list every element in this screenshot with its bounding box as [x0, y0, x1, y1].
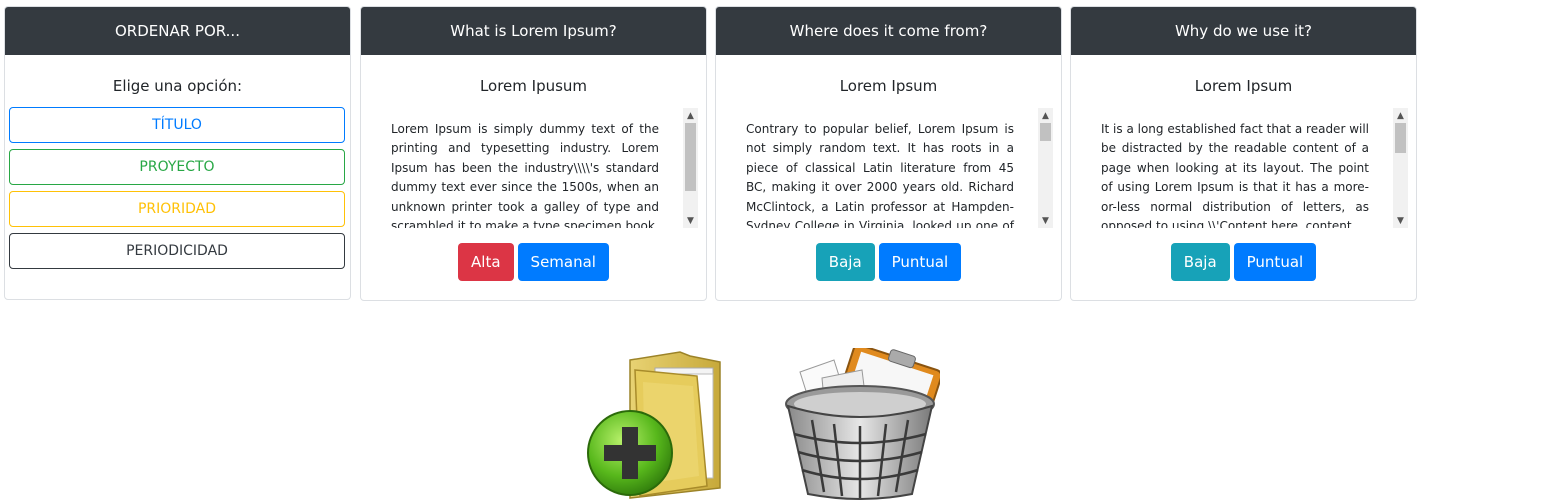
scrollbar[interactable]: ▲ ▼ [1393, 108, 1408, 228]
task-card-header: Where does it come from? [716, 7, 1061, 55]
task-description-box[interactable]: It is a long established fact that a rea… [1089, 108, 1412, 228]
sort-by-periodicity-label: PERIODICIDAD [126, 243, 228, 259]
task-description: Lorem Ipsum is simply dummy text of the … [391, 122, 659, 228]
scroll-down-icon[interactable]: ▼ [1038, 213, 1053, 228]
priority-badge[interactable]: Alta [458, 243, 514, 281]
scroll-up-icon[interactable]: ▲ [683, 108, 698, 123]
sort-panel: ORDENAR POR... Elige una opción: TÍTULO … [4, 6, 351, 300]
sort-by-title-label: TÍTULO [152, 117, 202, 133]
sort-by-project-button[interactable]: PROYECTO [9, 149, 345, 185]
sort-by-priority-label: PRIORIDAD [137, 201, 217, 217]
task-card: Where does it come from? Lorem Ipsum Con… [715, 6, 1062, 301]
priority-badge[interactable]: Baja [1170, 243, 1230, 281]
scrollbar[interactable]: ▲ ▼ [683, 108, 698, 228]
sort-by-priority-button[interactable]: PRIORIDAD [9, 191, 345, 227]
task-title: Why do we use it? [1174, 22, 1313, 40]
sort-by-title-button[interactable]: TÍTULO [9, 107, 345, 143]
task-subtitle: Lorem Ipsum [839, 77, 938, 95]
sort-panel-header: ORDENAR POR... [5, 7, 350, 55]
sort-by-project-label: PROYECTO [139, 159, 215, 175]
scroll-up-icon[interactable]: ▲ [1038, 108, 1053, 123]
task-card: Why do we use it? Lorem Ipsum It is a lo… [1070, 6, 1417, 301]
task-description: Contrary to popular belief, Lorem Ipsum … [746, 122, 1014, 228]
task-description-box[interactable]: Lorem Ipsum is simply dummy text of the … [379, 108, 702, 228]
trash-icon[interactable] [782, 344, 943, 500]
task-subtitle: Lorem Ipsum [1194, 77, 1293, 95]
task-tags: Baja Puntual [716, 243, 1061, 281]
priority-badge[interactable]: Baja [815, 243, 875, 281]
scrollbar[interactable]: ▲ ▼ [1038, 108, 1053, 228]
frequency-badge[interactable]: Puntual [1233, 243, 1317, 281]
task-card-header: What is Lorem Ipsum? [361, 7, 706, 55]
scroll-up-icon[interactable]: ▲ [1393, 108, 1408, 123]
task-description: It is a long established fact that a rea… [1101, 122, 1370, 228]
task-card-header: Why do we use it? [1071, 7, 1416, 55]
scroll-down-icon[interactable]: ▼ [1393, 213, 1408, 228]
task-description-box[interactable]: Contrary to popular belief, Lorem Ipsum … [734, 108, 1057, 228]
sort-by-periodicity-button[interactable]: PERIODICIDAD [9, 233, 345, 269]
task-card: What is Lorem Ipsum? Lorem Ipusum Lorem … [360, 6, 707, 301]
task-tags: Baja Puntual [1071, 243, 1416, 281]
sort-prompt: Elige una opción: [112, 77, 243, 95]
task-tags: Alta Semanal [361, 243, 706, 281]
sort-panel-title: ORDENAR POR... [115, 22, 240, 40]
scrollbar-thumb[interactable] [1040, 123, 1051, 141]
task-subtitle: Lorem Ipusum [479, 77, 588, 95]
task-title: What is Lorem Ipsum? [450, 22, 617, 40]
frequency-badge[interactable]: Puntual [878, 243, 962, 281]
scroll-down-icon[interactable]: ▼ [683, 213, 698, 228]
add-folder-icon[interactable] [585, 348, 735, 500]
scrollbar-thumb[interactable] [685, 123, 696, 191]
task-title: Where does it come from? [789, 22, 988, 40]
scrollbar-thumb[interactable] [1395, 123, 1406, 153]
frequency-badge[interactable]: Semanal [517, 243, 609, 281]
